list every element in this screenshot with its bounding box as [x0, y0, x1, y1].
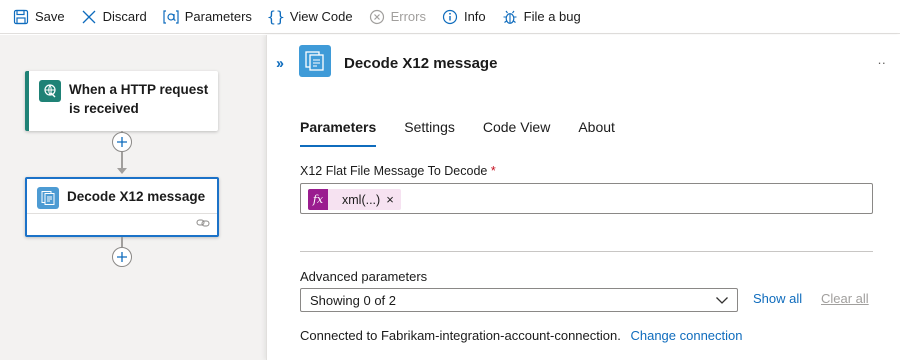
expression-token-label: xml(...)	[342, 192, 381, 207]
collapse-panel-button[interactable]: ››	[276, 55, 284, 72]
panel-tabs: Parameters Settings Code View About	[300, 119, 643, 147]
connector-line	[121, 237, 123, 247]
designer-canvas: When a HTTP request is received Decode X…	[0, 35, 266, 360]
message-field-label: X12 Flat File Message To Decode *	[300, 164, 496, 178]
function-icon: fx	[308, 189, 328, 210]
file-bug-label: File a bug	[523, 9, 581, 24]
message-token-input[interactable]: fx xml(...) ×	[300, 183, 873, 214]
connector-arrow	[117, 168, 127, 174]
parameters-icon	[162, 8, 180, 26]
connection-status: Connected to Fabrikam-integration-accoun…	[300, 328, 743, 343]
trigger-card[interactable]: When a HTTP request is received	[25, 71, 218, 131]
save-label: Save	[35, 9, 65, 24]
x12-icon	[37, 187, 59, 209]
connector-line	[121, 152, 123, 168]
save-button[interactable]: Save	[12, 3, 65, 31]
file-bug-button[interactable]: File a bug	[501, 3, 581, 31]
section-divider	[300, 251, 873, 252]
required-marker: *	[490, 164, 496, 178]
x12-icon	[299, 45, 331, 77]
change-connection-link[interactable]: Change connection	[630, 328, 742, 343]
discard-button[interactable]: Discard	[80, 3, 147, 31]
panel-title: Decode X12 message	[344, 55, 498, 72]
advanced-parameters-dropdown[interactable]: Showing 0 of 2	[300, 288, 738, 312]
decode-x12-card[interactable]: Decode X12 message	[25, 177, 219, 237]
tab-settings[interactable]: Settings	[404, 119, 455, 147]
add-step-button[interactable]	[112, 247, 132, 267]
insert-step-button[interactable]	[112, 132, 132, 152]
more-options-button[interactable]: ··	[877, 55, 886, 70]
view-code-label: View Code	[289, 9, 353, 24]
info-label: Info	[463, 9, 486, 24]
designer-toolbar: Save Discard Parameters {} View Code Err…	[0, 0, 900, 34]
close-icon	[80, 8, 98, 26]
dropdown-value: Showing 0 of 2	[310, 292, 397, 308]
show-all-link[interactable]: Show all	[753, 291, 802, 306]
view-code-button[interactable]: {} View Code	[267, 3, 353, 31]
connection-link-icon	[196, 216, 210, 231]
http-request-icon	[39, 80, 61, 102]
errors-label: Errors	[390, 9, 426, 24]
message-field-label-text: X12 Flat File Message To Decode	[300, 164, 488, 178]
save-icon	[12, 8, 30, 26]
card-footer	[27, 213, 217, 235]
chevron-down-icon	[715, 294, 729, 309]
tab-parameters[interactable]: Parameters	[300, 119, 377, 147]
advanced-parameters-label: Advanced parameters	[300, 269, 428, 284]
info-icon	[441, 8, 459, 26]
parameters-button[interactable]: Parameters	[162, 3, 252, 31]
errors-button[interactable]: Errors	[368, 3, 426, 31]
remove-token-button[interactable]: ×	[386, 192, 401, 207]
tab-about[interactable]: About	[578, 119, 615, 147]
connection-status-text: Connected to Fabrikam-integration-accoun…	[300, 328, 621, 343]
bug-icon	[501, 8, 519, 26]
decode-card-title: Decode X12 message	[67, 189, 206, 204]
action-details-panel: ›› Decode X12 message ·· Parameters Sett…	[266, 35, 900, 360]
discard-label: Discard	[102, 9, 147, 24]
braces-icon: {}	[266, 7, 285, 26]
trigger-title: When a HTTP request is received	[69, 82, 209, 116]
error-circle-icon	[368, 8, 386, 26]
parameters-label: Parameters	[184, 9, 252, 24]
clear-all-link[interactable]: Clear all	[821, 291, 869, 306]
tab-code-view[interactable]: Code View	[483, 119, 550, 147]
info-button[interactable]: Info	[441, 3, 486, 31]
expression-token[interactable]: fx xml(...) ×	[308, 189, 401, 210]
